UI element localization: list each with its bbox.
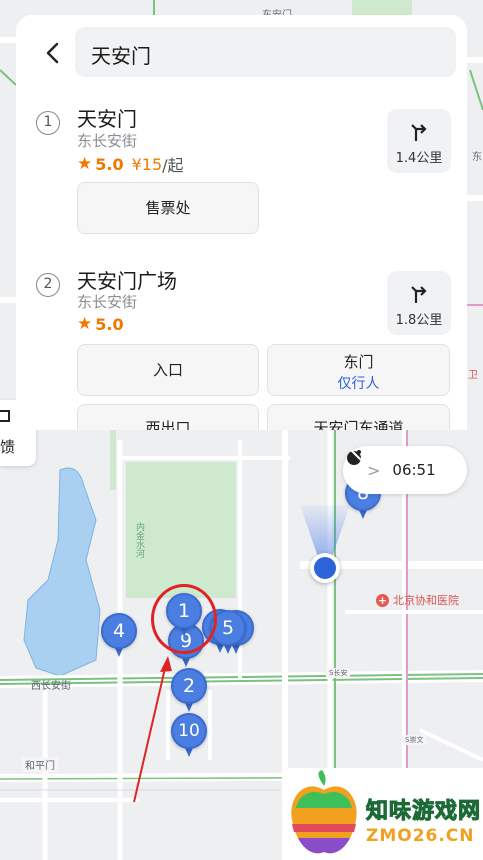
star-icon: ★ xyxy=(77,154,93,174)
road-label-west-changan: 西长安街 xyxy=(31,681,71,692)
sub-button-label: 入口 xyxy=(152,361,183,379)
feedback-label: 馈 xyxy=(0,438,16,456)
map-label-park: 内金水河 xyxy=(134,522,144,558)
result-address: 东长安街 xyxy=(77,293,138,311)
sub-button-entrance[interactable]: 入口 xyxy=(77,344,259,396)
distance-label: 1.4公里 xyxy=(395,151,443,166)
price-value: ¥15 xyxy=(131,154,163,174)
sub-button-east-gate[interactable]: 东门 仅行人 xyxy=(267,344,450,396)
search-input[interactable]: 天安门 xyxy=(75,27,456,77)
road-tag-1: S长安 xyxy=(326,668,351,678)
result-address: 东长安街 xyxy=(77,132,138,150)
sub-button-label: 西出口 xyxy=(145,419,191,430)
watermark-text-1: 知味游戏网 xyxy=(365,799,482,825)
result-rating: ★ 5.0 xyxy=(77,314,124,334)
sub-button-note: 仅行人 xyxy=(337,376,380,392)
map-label-right-2: 卫 xyxy=(468,370,478,381)
directions-button[interactable]: 1.8公里 xyxy=(387,271,451,335)
hospital-icon: + xyxy=(376,593,389,607)
time-chip[interactable]: > 06:51 xyxy=(343,446,467,494)
directions-button[interactable]: 1.4公里 xyxy=(387,109,451,173)
result-name: 天安门广场 xyxy=(77,269,177,293)
poi-hospital[interactable]: + 北京协和医院 xyxy=(376,592,459,608)
star-icon: ★ xyxy=(77,314,93,334)
sub-button-label: 天安门东通道 xyxy=(313,419,404,430)
map-pin-4[interactable]: 4 xyxy=(101,613,137,657)
distance-label: 1.8公里 xyxy=(395,313,443,328)
result-name: 天安门 xyxy=(77,107,137,131)
rating-value: 5.0 xyxy=(95,154,124,174)
result-index: 1 xyxy=(36,111,60,135)
turn-right-icon xyxy=(411,286,427,303)
watermark-logo-icon xyxy=(291,770,357,854)
sub-button-ticket-office[interactable]: 售票处 xyxy=(77,182,259,234)
road-label-hepingmen: 和平门 xyxy=(22,757,58,772)
result-index: 2 xyxy=(36,273,60,297)
map-pin-2[interactable]: 2 xyxy=(171,668,207,712)
back-arrow-icon[interactable] xyxy=(42,41,64,65)
sub-button-west-exit[interactable]: 西出口 xyxy=(77,404,259,430)
feedback-icon xyxy=(0,410,10,422)
turn-right-icon xyxy=(411,124,427,141)
result-rating: ★ 5.0 ¥15 /起 xyxy=(77,152,184,176)
map-pin-10[interactable]: 10 xyxy=(171,713,207,757)
price-suffix: /起 xyxy=(162,156,184,175)
sub-button-east-passage[interactable]: 天安门东通道 xyxy=(267,404,450,430)
annotation-circle xyxy=(151,584,217,654)
rating-value: 5.0 xyxy=(95,314,124,334)
time-label: 06:51 xyxy=(392,461,436,479)
search-results-panel: 天安门 1 天安门 东长安街 ★ 5.0 ¥15 /起 1.4公里 售票处 2 … xyxy=(16,15,467,430)
chevron-right-icon: > xyxy=(367,460,381,480)
sub-button-label: 售票处 xyxy=(145,199,191,217)
poi-hospital-label: 北京协和医院 xyxy=(393,594,459,607)
map-label-right-1: 东 xyxy=(472,152,482,163)
sub-button-label: 东门 xyxy=(343,353,374,371)
current-location-dot xyxy=(310,553,340,583)
road-tag-2: S崇文 xyxy=(402,735,427,745)
satellite-icon xyxy=(347,449,362,465)
watermark-text-2: ZMO26.CN xyxy=(366,826,475,846)
